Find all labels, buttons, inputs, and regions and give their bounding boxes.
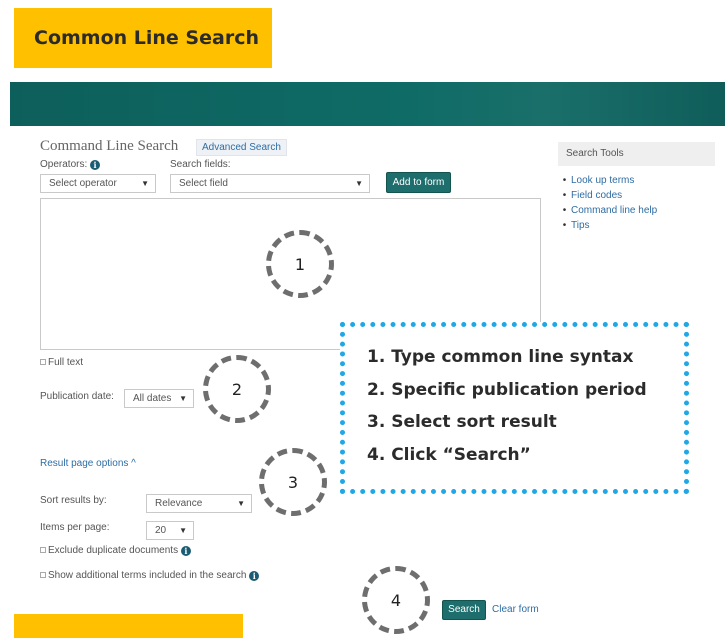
callout-circle-1: 1 (266, 230, 334, 298)
header-banner (10, 82, 725, 126)
exclude-duplicates-label: Exclude duplicate documents (48, 545, 179, 556)
callout-circle-3: 3 (259, 448, 327, 516)
slide-title: Common Line Search (14, 8, 272, 68)
step-1: 1. Type common line syntax (367, 347, 634, 367)
tool-field-codes[interactable]: Field codes (558, 188, 657, 203)
sort-select-value: Relevance (155, 498, 203, 509)
search-fields-label: Search fields: (170, 159, 231, 170)
publication-date-value: All dates (133, 393, 172, 404)
operators-label-group: Operators: i (40, 159, 101, 170)
info-icon[interactable]: i (180, 546, 191, 556)
search-tools-list: Look up terms Field codes Command line h… (558, 173, 657, 233)
sort-select[interactable]: Relevance ▼ (146, 494, 252, 513)
full-text-checkbox[interactable]: Full text (40, 357, 83, 368)
checkbox-icon (40, 547, 46, 553)
tool-command-line-help[interactable]: Command line help (558, 203, 657, 218)
chevron-down-icon: ▼ (179, 394, 187, 403)
checkbox-icon (40, 572, 46, 578)
items-per-page-value: 20 (155, 525, 167, 536)
chevron-down-icon: ▼ (237, 499, 245, 508)
operator-select-value: Select operator (49, 178, 117, 189)
full-text-label: Full text (48, 357, 84, 368)
chevron-down-icon: ▼ (355, 179, 363, 188)
callout-circle-4: 4 (362, 566, 430, 634)
items-per-page-label: Items per page: (40, 522, 110, 533)
page-title: Command Line Search (40, 138, 179, 154)
advanced-search-link[interactable]: Advanced Search (196, 139, 287, 156)
step-2: 2. Specific publication period (367, 379, 647, 400)
sort-label: Sort results by: (40, 495, 107, 506)
operators-label: Operators: (40, 159, 88, 170)
chevron-down-icon: ▼ (141, 179, 149, 188)
operator-select[interactable]: Select operator ▼ (40, 174, 156, 193)
tool-tips[interactable]: Tips (558, 218, 657, 233)
field-select[interactable]: Select field ▼ (170, 174, 370, 193)
step-4: 4. Click “Search” (367, 444, 531, 465)
show-additional-terms-checkbox[interactable]: Show additional terms included in the se… (40, 570, 260, 581)
search-button[interactable]: Search (442, 600, 486, 620)
add-to-form-button[interactable]: Add to form (386, 172, 451, 193)
footer-tab (14, 614, 243, 638)
exclude-duplicates-checkbox[interactable]: Exclude duplicate documents i (40, 545, 191, 556)
callout-circle-2: 2 (203, 355, 271, 423)
tool-look-up-terms[interactable]: Look up terms (558, 173, 657, 188)
result-page-options-toggle[interactable]: Result page options ^ (40, 458, 136, 469)
publication-date-label: Publication date: (40, 391, 114, 402)
instructions-box: 1. Type common line syntax 2. Specific p… (340, 322, 689, 494)
info-icon[interactable]: i (90, 160, 101, 170)
publication-date-select[interactable]: All dates ▼ (124, 389, 194, 408)
clear-form-link[interactable]: Clear form (492, 604, 539, 615)
show-additional-terms-label: Show additional terms included in the se… (48, 570, 247, 581)
items-per-page-select[interactable]: 20 ▼ (146, 521, 194, 540)
chevron-down-icon: ▼ (179, 526, 187, 535)
info-icon[interactable]: i (249, 571, 260, 581)
search-tools-heading: Search Tools (558, 142, 715, 166)
field-select-value: Select field (179, 178, 228, 189)
step-3: 3. Select sort result (367, 412, 557, 432)
checkbox-icon (40, 359, 46, 365)
